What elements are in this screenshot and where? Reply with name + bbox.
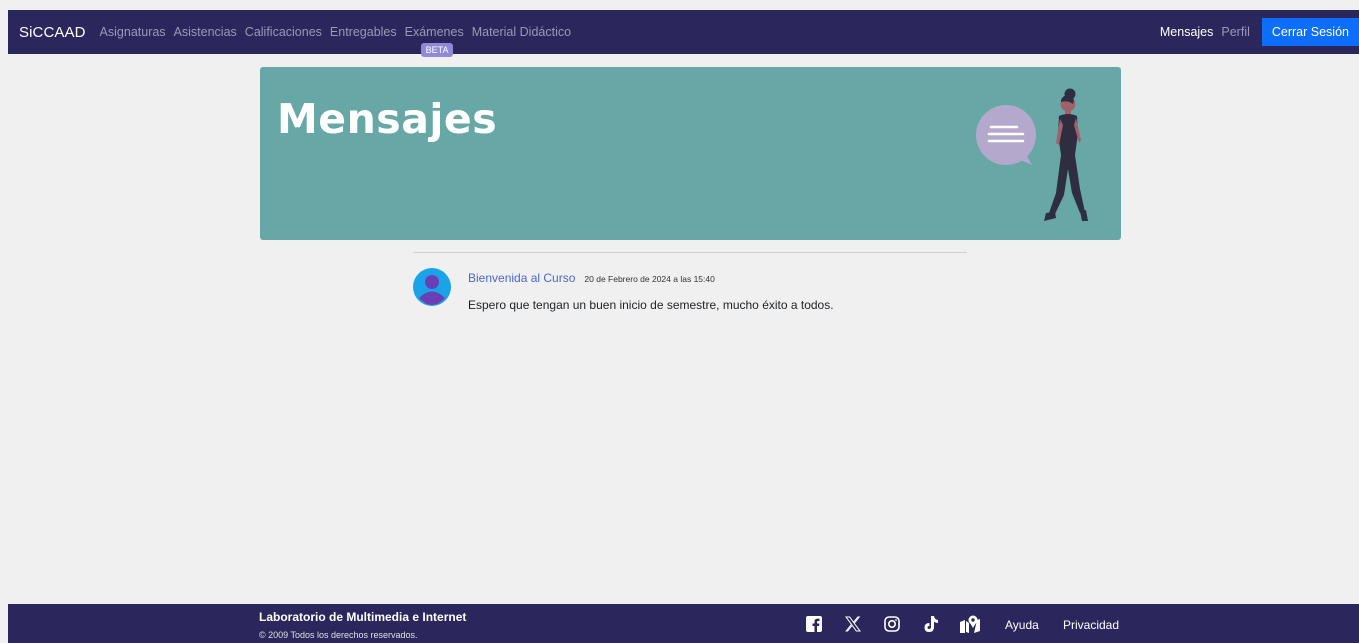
footer-organization: Laboratorio de Multimedia e Internet [259,610,467,624]
message-item: Bienvenida al Curso 20 de Febrero de 202… [413,268,967,318]
top-navbar: SiCCAAD Asignaturas Asistencias Califica… [8,10,1359,57]
facebook-icon[interactable] [804,614,824,634]
logout-button[interactable]: Cerrar Sesión [1261,18,1359,46]
message-body: Espero que tengan un buen inicio de seme… [468,298,834,312]
section-divider [413,252,967,253]
footer-privacy-link[interactable]: Privacidad [1063,618,1119,632]
instagram-icon[interactable] [882,614,902,634]
nav-material-didactico[interactable]: Material Didáctico [472,25,571,39]
footer-copyright: © 2009 Todos los derechos reservados. [259,630,418,640]
social-links [804,614,999,634]
nav-examenes-label: Exámenes [404,25,464,39]
x-icon[interactable] [843,614,863,634]
nav-mensajes[interactable]: Mensajes [1160,25,1214,39]
main-nav: Asignaturas Asistencias Calificaciones E… [94,25,571,57]
nav-asistencias[interactable]: Asistencias [174,25,237,39]
message-title-link[interactable]: Bienvenida al Curso [468,271,575,285]
window-top-strip [0,0,1359,10]
footer-help-link[interactable]: Ayuda [1005,618,1039,632]
nav-asignaturas[interactable]: Asignaturas [100,25,166,39]
page-footer: Laboratorio de Multimedia e Internet © 2… [8,604,1359,643]
brand-logo[interactable]: SiCCAAD [19,24,86,41]
user-nav: Mensajes Perfil Cerrar Sesión [1160,10,1359,54]
message-header: Bienvenida al Curso 20 de Febrero de 202… [468,271,715,285]
nav-calificaciones[interactable]: Calificaciones [245,25,322,39]
map-location-icon[interactable] [960,614,980,634]
nav-entregables[interactable]: Entregables [330,25,397,39]
tiktok-icon[interactable] [921,614,941,634]
message-date: 20 de Febrero de 2024 a las 15:40 [584,274,715,284]
page-title: Mensajes [277,95,498,143]
messaging-woman-illustration [976,88,1088,221]
beta-badge: BETA [420,43,454,57]
nav-examenes[interactable]: Exámenes BETA [404,25,464,57]
user-avatar-icon [413,268,451,306]
page-banner: Mensajes [260,67,1121,240]
nav-perfil[interactable]: Perfil [1221,25,1249,39]
